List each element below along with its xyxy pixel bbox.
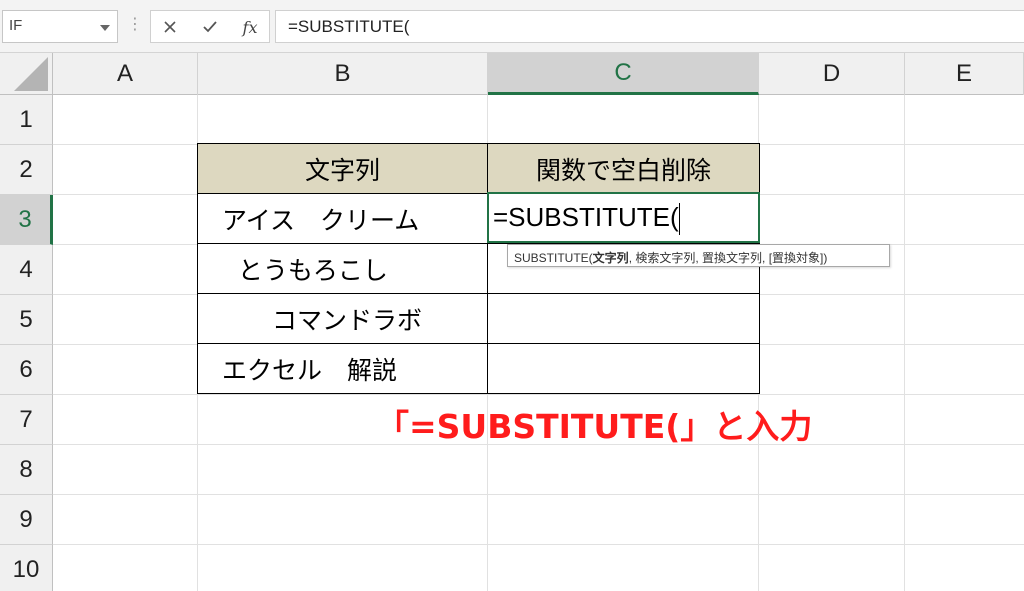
column-header-c[interactable]: C (488, 53, 759, 95)
formula-text: =SUBSTITUTE( (288, 17, 410, 36)
table-row[interactable]: エクセル 解説 (197, 343, 488, 394)
table-header-result[interactable]: 関数で空白削除 (487, 143, 760, 194)
row-header-3[interactable]: 3 (0, 195, 53, 245)
result-cell-c5[interactable] (487, 293, 760, 344)
row-header-5[interactable]: 5 (0, 295, 53, 345)
table-row[interactable]: とうもろこし (197, 243, 488, 294)
tooltip-arg-current[interactable]: 文字列 (593, 251, 629, 265)
function-tooltip: SUBSTITUTE(文字列, 検索文字列, 置換文字列, [置換対象]) (507, 244, 890, 267)
row-header-2[interactable]: 2 (0, 145, 53, 195)
formula-buttons: fx (150, 10, 270, 43)
more-options-icon[interactable]: ⋮ (127, 14, 143, 34)
check-icon[interactable] (197, 15, 223, 39)
tooltip-args-rest: , 検索文字列, 置換文字列, [置換対象]) (628, 251, 828, 265)
select-all-icon (14, 57, 48, 91)
column-header-row: A B C D E (0, 53, 1024, 95)
close-icon[interactable] (157, 15, 183, 39)
tooltip-function[interactable]: SUBSTITUTE( (514, 251, 593, 265)
formula-input[interactable]: =SUBSTITUTE( (275, 10, 1024, 43)
select-all-button[interactable] (0, 53, 53, 95)
row-header-6[interactable]: 6 (0, 345, 53, 395)
active-cell-text: =SUBSTITUTE( (493, 202, 679, 232)
table-row[interactable]: コマンドラボ (197, 293, 488, 344)
name-box-value: IF (9, 17, 23, 34)
insert-function-button[interactable]: fx (237, 15, 263, 39)
column-header-e[interactable]: E (905, 53, 1024, 95)
table-row[interactable]: アイス クリーム (197, 193, 488, 244)
row-header-7[interactable]: 7 (0, 395, 53, 445)
name-box[interactable]: IF (2, 10, 118, 43)
table-header-string[interactable]: 文字列 (197, 143, 488, 194)
text-caret (679, 203, 680, 235)
column-header-a[interactable]: A (53, 53, 198, 95)
active-cell-c3[interactable]: =SUBSTITUTE( (487, 192, 760, 243)
row-header-4[interactable]: 4 (0, 245, 53, 295)
row-header-10[interactable]: 10 (0, 545, 53, 591)
column-header-d[interactable]: D (759, 53, 905, 95)
fx-icon: fx (242, 17, 258, 37)
instruction-annotation: 「=SUBSTITUTE(」と入力 (376, 407, 813, 446)
row-header-1[interactable]: 1 (0, 95, 53, 145)
column-header-b[interactable]: B (198, 53, 488, 95)
chevron-down-icon[interactable] (100, 25, 110, 31)
formula-bar: IF ⋮ fx =SUBSTITUTE( (0, 0, 1024, 53)
row-header-8[interactable]: 8 (0, 445, 53, 495)
row-header-9[interactable]: 9 (0, 495, 53, 545)
result-cell-c6[interactable] (487, 343, 760, 394)
